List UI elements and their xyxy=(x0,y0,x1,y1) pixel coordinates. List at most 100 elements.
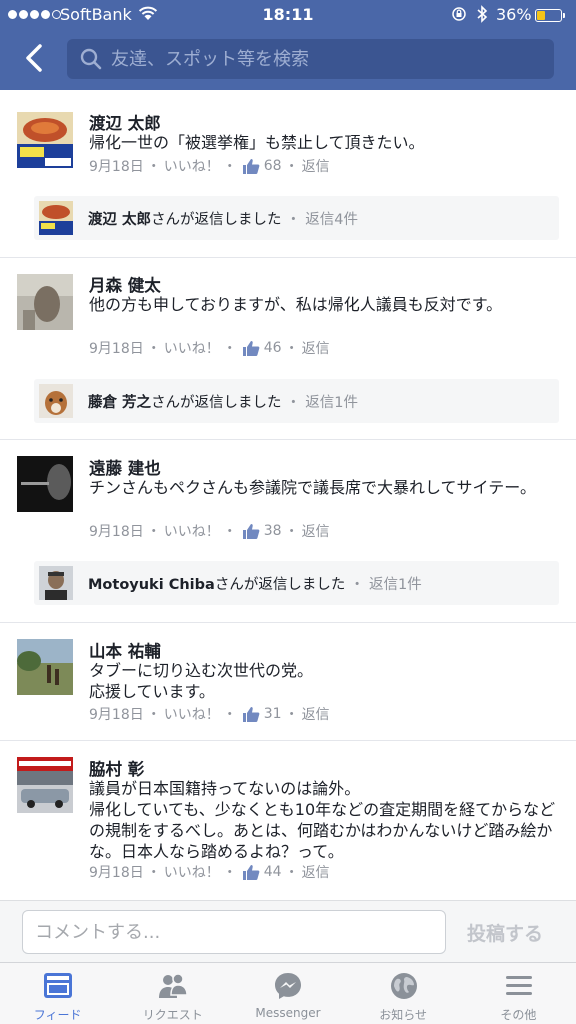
avatar[interactable] xyxy=(17,112,73,168)
tab-label: リクエスト xyxy=(142,1008,203,1022)
tab-label: Messenger xyxy=(255,1006,321,1020)
comment-item: 渡辺 太郎 帰化一世の「被選挙権」も禁止して頂きたい。 9月18日 ・ いいね！… xyxy=(0,90,576,258)
reply-count[interactable]: 返信4件 xyxy=(305,212,358,228)
tab-label: その他 xyxy=(500,1008,537,1022)
comment-item: 遠藤 建也 チンさんもペクさんも参議院で議長席で大暴れしてサイテー。 9月18日… xyxy=(0,440,576,623)
back-button[interactable] xyxy=(22,42,46,74)
reply-action: さんが返信しました xyxy=(151,212,282,228)
reply-summary[interactable]: 渡辺 太郎さんが返信しました ・ 返信4件 xyxy=(34,196,559,240)
comment-date: 9月18日 xyxy=(89,865,144,881)
reply-summary-text: Motoyuki Chibaさんが返信しました ・ 返信1件 xyxy=(88,577,422,593)
reply-summary-text: 渡辺 太郎さんが返信しました ・ 返信4件 xyxy=(88,212,359,228)
comment-author[interactable]: 渡辺 太郎 xyxy=(89,110,161,134)
comment-text: タブーに切り込む次世代の党。 応援しています。 xyxy=(89,661,314,701)
comment-meta: 9月18日 ・ いいね！ ・ 44 ・ 返信 xyxy=(89,862,330,882)
thumbs-up-icon xyxy=(242,706,260,722)
globe-icon xyxy=(390,973,417,999)
comment-meta: 9月18日 ・ いいね！ ・ 31 ・ 返信 xyxy=(89,704,330,724)
tab-feed[interactable]: フィード xyxy=(0,963,115,1024)
comment-author[interactable]: 月森 健太 xyxy=(89,272,161,296)
reply-link[interactable]: 返信 xyxy=(302,521,330,541)
like-count: 46 xyxy=(263,340,282,356)
tab-more[interactable]: その他 xyxy=(461,963,576,1024)
avatar[interactable] xyxy=(17,456,73,512)
bluetooth-icon xyxy=(477,5,488,23)
thumbs-up-icon xyxy=(242,158,260,174)
friend-requests-icon xyxy=(159,973,188,998)
orientation-lock-icon xyxy=(452,7,466,21)
reply-link[interactable]: 返信 xyxy=(302,156,330,176)
battery-percent: 36% xyxy=(496,5,532,24)
like-count: 44 xyxy=(263,864,282,880)
tab-notifications[interactable]: お知らせ xyxy=(346,963,461,1024)
comment-author[interactable]: 遠藤 建也 xyxy=(89,455,161,479)
reply-summary[interactable]: Motoyuki Chibaさんが返信しました ・ 返信1件 xyxy=(34,561,559,605)
like-link[interactable]: いいね！ xyxy=(164,521,220,541)
reply-summary[interactable]: 藤倉 芳之さんが返信しました ・ 返信1件 xyxy=(34,379,559,423)
comment-date: 9月18日 xyxy=(89,707,144,723)
clock: 18:11 xyxy=(262,5,314,24)
battery-icon xyxy=(535,9,565,22)
reply-author[interactable]: 渡辺 太郎 xyxy=(88,212,151,228)
tab-label: お知らせ xyxy=(379,1008,428,1022)
comment-item: 月森 健太 他の方も申しておりますが、私は帰化人議員も反対です。 9月18日 ・… xyxy=(0,258,576,440)
post-button[interactable]: 投稿する xyxy=(467,919,543,946)
comment-date: 9月18日 xyxy=(89,341,144,357)
comment-text: 他の方も申しておりますが、私は帰化人議員も反対です。 xyxy=(89,295,503,314)
news-feed-icon xyxy=(44,973,72,998)
reply-count[interactable]: 返信1件 xyxy=(305,395,358,411)
avatar[interactable] xyxy=(17,274,73,330)
search-input[interactable] xyxy=(111,39,541,79)
avatar[interactable] xyxy=(17,757,73,813)
tab-messenger[interactable]: Messenger xyxy=(230,963,345,1024)
reply-avatar xyxy=(39,201,73,235)
reply-link[interactable]: 返信 xyxy=(302,862,330,882)
comment-date: 9月18日 xyxy=(89,159,144,175)
like-link[interactable]: いいね！ xyxy=(164,704,220,724)
reply-avatar xyxy=(39,566,73,600)
comment-meta: 9月18日 ・ いいね！ ・ 46 ・ 返信 xyxy=(89,338,330,358)
status-bar: SoftBank 18:11 36% xyxy=(0,0,576,30)
like-link[interactable]: いいね！ xyxy=(164,156,220,176)
like-count: 38 xyxy=(263,523,282,539)
like-count: 31 xyxy=(263,706,282,722)
comment-author[interactable]: 山本 祐輔 xyxy=(89,638,161,662)
tab-bar: フィード リクエスト Messenger お知らせ その他 xyxy=(0,962,576,1024)
messenger-icon xyxy=(275,973,302,999)
comment-author[interactable]: 脇村 彰 xyxy=(89,756,144,780)
reply-count[interactable]: 返信1件 xyxy=(369,577,422,593)
reply-author[interactable]: 藤倉 芳之 xyxy=(88,395,151,411)
menu-icon xyxy=(505,976,532,995)
thumbs-up-icon xyxy=(242,340,260,356)
thumbs-up-icon xyxy=(242,523,260,539)
reply-link[interactable]: 返信 xyxy=(302,338,330,358)
reply-link[interactable]: 返信 xyxy=(302,704,330,724)
comment-composer: 投稿する xyxy=(0,900,576,962)
search-icon xyxy=(80,48,102,70)
like-link[interactable]: いいね！ xyxy=(164,338,220,358)
comment-item: 山本 祐輔 タブーに切り込む次世代の党。 応援しています。 9月18日 ・ いい… xyxy=(0,623,576,741)
reply-action: さんが返信しました xyxy=(214,577,346,593)
comment-item: 脇村 彰 議員が日本国籍持ってないのは論外。 帰化していても、少なくとも10年な… xyxy=(0,741,576,900)
comment-input[interactable] xyxy=(22,910,446,954)
comment-text: チンさんもペクさんも参議院で議長席で大暴れしてサイテー。 xyxy=(89,478,537,497)
like-link[interactable]: いいね！ xyxy=(164,862,220,882)
reply-action: さんが返信しました xyxy=(151,395,282,411)
comment-meta: 9月18日 ・ いいね！ ・ 68 ・ 返信 xyxy=(89,156,330,176)
tab-requests[interactable]: リクエスト xyxy=(115,963,230,1024)
reply-summary-text: 藤倉 芳之さんが返信しました ・ 返信1件 xyxy=(88,395,359,411)
top-bar: SoftBank 18:11 36% xyxy=(0,0,576,90)
thumbs-up-icon xyxy=(242,864,260,880)
comment-text: 帰化一世の「被選挙権」も禁止して頂きたい。 xyxy=(89,133,425,152)
comment-meta: 9月18日 ・ いいね！ ・ 38 ・ 返信 xyxy=(89,521,330,541)
comment-text: 議員が日本国籍持ってないのは論外。 帰化していても、少なくとも10年などの査定期… xyxy=(89,779,556,861)
comment-list: 渡辺 太郎 帰化一世の「被選挙権」も禁止して頂きたい。 9月18日 ・ いいね！… xyxy=(0,90,576,900)
search-bar[interactable] xyxy=(67,39,554,79)
battery-level xyxy=(537,11,545,20)
tab-label: フィード xyxy=(33,1008,82,1022)
like-count: 68 xyxy=(263,158,282,174)
reply-author[interactable]: Motoyuki Chiba xyxy=(88,577,215,593)
comment-date: 9月18日 xyxy=(89,524,144,540)
avatar[interactable] xyxy=(17,639,73,695)
reply-avatar xyxy=(39,384,73,418)
